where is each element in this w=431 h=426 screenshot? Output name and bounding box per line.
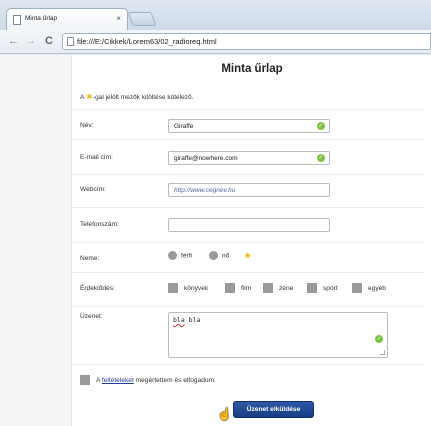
resize-handle[interactable] [380, 350, 385, 355]
checkbox-icon[interactable] [263, 283, 273, 293]
terms-option[interactable]: A feltételeket megértettem és elfogadom. [80, 375, 216, 385]
tab-title: Minta űrlap [25, 15, 58, 22]
browser-tab[interactable]: Minta űrlap × [6, 8, 128, 30]
message-row: Üzenet: bla bla ✓ [72, 306, 424, 362]
form-card: Minta űrlap A ★-gal jelölt mezők kitölté… [71, 55, 431, 426]
interest-other-label: egyéb [368, 284, 386, 292]
terms-row: A feltételeket megértettem és elfogadom. [72, 364, 424, 394]
message-label: Üzenet: [80, 313, 103, 320]
radio-icon[interactable] [168, 251, 177, 260]
terms-link[interactable]: feltételeket [102, 377, 134, 384]
required-note: A ★-gal jelölt mezők kitöltése kötelező. [80, 92, 193, 101]
name-row: Név: Giraffe ✓ [72, 109, 424, 137]
check-icon: ✓ [375, 335, 383, 343]
back-icon[interactable]: ← [8, 35, 19, 47]
radio-icon[interactable] [209, 251, 218, 260]
checkbox-icon[interactable] [168, 283, 178, 293]
checkbox-icon[interactable] [307, 283, 317, 293]
gender-option-female[interactable]: nő [209, 251, 229, 260]
interest-music[interactable]: zene [263, 283, 293, 293]
name-value: Giraffe [174, 123, 194, 130]
checkbox-icon[interactable] [352, 283, 362, 293]
check-icon: ✓ [317, 122, 325, 130]
interest-music-label: zene [279, 284, 294, 292]
interest-books-label: könyvek [184, 284, 209, 292]
interest-other[interactable]: egyéb [352, 283, 386, 293]
gender-row: Neme: férfi nő ★ [72, 242, 424, 270]
email-row: E-mail cím: giraffe@nowhere.com ✓ [72, 139, 424, 172]
name-label: Név: [80, 122, 94, 129]
checkbox-icon[interactable] [225, 283, 235, 293]
address-bar[interactable]: file:///E:/Cikkek/Lorem63/02_radioreq.ht… [62, 33, 431, 50]
tab-strip: Minta űrlap × [6, 6, 431, 32]
new-tab-button[interactable] [127, 12, 157, 26]
interests-label: Érdeklődés: [80, 285, 115, 292]
message-word: bla [173, 316, 185, 324]
message-textarea[interactable]: bla bla ✓ [168, 312, 388, 358]
phone-label: Telefonszám: [80, 221, 119, 228]
interest-film[interactable]: film [225, 283, 251, 293]
star-icon: ★ [85, 92, 93, 101]
gender-option-male[interactable]: férfi [168, 251, 192, 260]
interest-sport[interactable]: sport [307, 283, 338, 293]
website-input[interactable]: http://www.cegnev.hu [168, 183, 330, 197]
interest-books[interactable]: könyvek [168, 283, 208, 293]
interest-film-label: film [241, 284, 252, 292]
page-icon [13, 15, 21, 25]
email-label: E-mail cím: [80, 154, 113, 161]
submit-button[interactable]: Üzenet elküldése [233, 401, 314, 418]
forward-icon[interactable]: → [25, 35, 36, 47]
terms-prefix: A [96, 376, 101, 384]
email-value: giraffe@nowhere.com [174, 155, 238, 162]
name-input[interactable]: Giraffe ✓ [168, 119, 330, 133]
page-viewport: Minta űrlap A ★-gal jelölt mezők kitölté… [0, 55, 431, 426]
note-prefix: A [80, 94, 84, 101]
url-text: file:///E:/Cikkek/Lorem63/02_radioreq.ht… [77, 37, 217, 46]
page-icon [67, 37, 74, 46]
gender-label: Neme: [80, 255, 100, 262]
website-row: Webcím: http://www.cegnev.hu [72, 174, 424, 205]
page-title: Minta űrlap [221, 63, 283, 75]
website-label: Webcím: [80, 186, 106, 193]
close-tab-icon[interactable]: × [116, 14, 121, 23]
email-input[interactable]: giraffe@nowhere.com ✓ [168, 151, 330, 165]
phone-row: Telefonszám: [72, 207, 424, 240]
checkbox-icon[interactable] [80, 375, 90, 385]
website-placeholder: http://www.cegnev.hu [174, 187, 236, 194]
interests-row: Érdeklődés: könyvek film zene sport egyé… [72, 272, 424, 304]
reload-icon[interactable]: C [45, 35, 53, 47]
phone-input[interactable] [168, 218, 330, 232]
interest-sport-label: sport [323, 284, 338, 292]
browser-toolbar: ← → C file:///E:/Cikkek/Lorem63/02_radio… [0, 30, 431, 54]
star-icon: ★ [244, 251, 252, 260]
gender-option-female-label: nő [222, 252, 230, 260]
gender-option-male-label: férfi [181, 252, 192, 260]
terms-suffix: megértettem és elfogadom. [135, 376, 216, 384]
browser-window: Minta űrlap × ← → C file:///E:/Cikkek/Lo… [0, 0, 431, 426]
note-suffix: -gal jelölt mezők kitöltése kötelező. [92, 94, 194, 101]
hand-cursor-icon: ☝ [217, 407, 232, 421]
check-icon: ✓ [317, 154, 325, 162]
message-word: bla [188, 316, 201, 324]
